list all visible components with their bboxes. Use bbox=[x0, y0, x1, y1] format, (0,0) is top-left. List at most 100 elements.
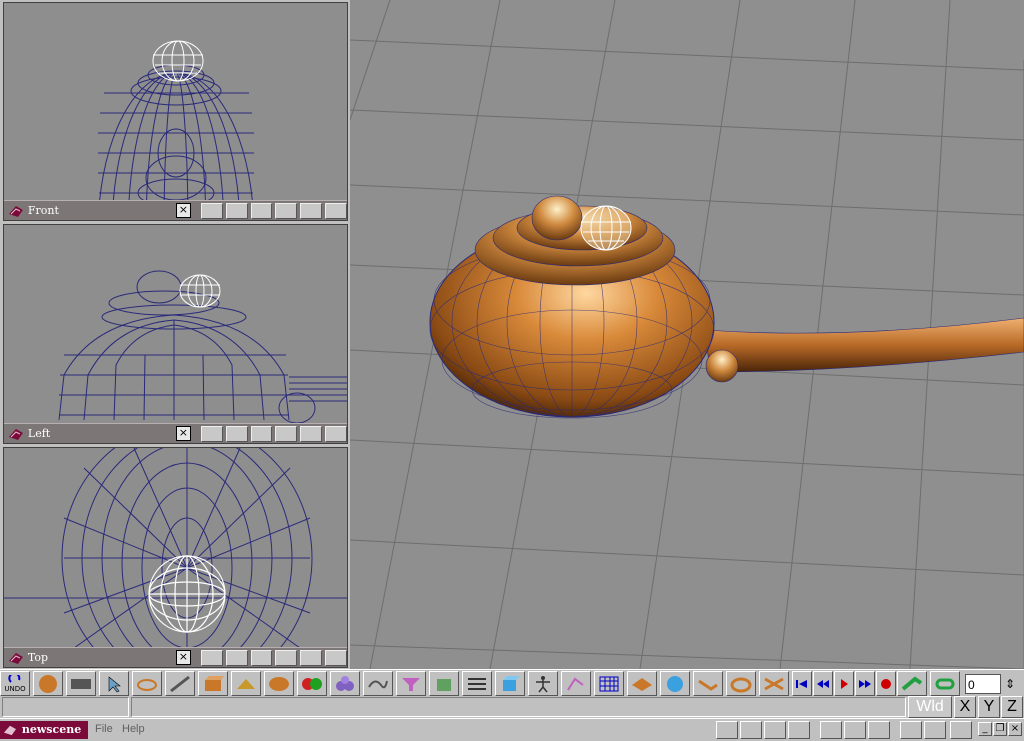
ellipsoid-tool[interactable] bbox=[264, 671, 294, 696]
top-viewport[interactable]: Top × bbox=[3, 447, 348, 668]
status-field-main bbox=[131, 697, 906, 717]
axes-view-icon[interactable] bbox=[325, 202, 347, 219]
text-3d-tool[interactable] bbox=[660, 671, 690, 696]
cube-face-tool[interactable] bbox=[429, 671, 459, 696]
logo-icon bbox=[8, 205, 23, 217]
axis-x-button[interactable]: X bbox=[954, 696, 976, 718]
play-button[interactable] bbox=[834, 671, 854, 696]
grid-tool[interactable] bbox=[594, 671, 624, 696]
axis-y-button[interactable]: Y bbox=[978, 696, 1000, 718]
close-button[interactable]: × bbox=[175, 426, 191, 441]
minimize-button[interactable]: _ bbox=[978, 722, 992, 736]
house-view-icon[interactable] bbox=[250, 425, 273, 442]
key-button[interactable] bbox=[897, 671, 927, 696]
perspective-viewport[interactable] bbox=[350, 0, 1024, 669]
cube-view-icon[interactable] bbox=[225, 202, 248, 219]
lathe-tool[interactable] bbox=[726, 671, 756, 696]
restore-button[interactable]: ❐ bbox=[993, 722, 1007, 736]
axes-view-icon[interactable] bbox=[325, 425, 347, 442]
shade-view-icon[interactable] bbox=[300, 425, 323, 442]
rotate-icon bbox=[137, 678, 157, 691]
taskbar-tool-7[interactable] bbox=[868, 721, 890, 739]
extrude-tool[interactable] bbox=[693, 671, 723, 696]
shade-view-icon[interactable] bbox=[300, 649, 323, 666]
ellipsoid-icon bbox=[269, 676, 289, 691]
sphere-icon bbox=[39, 674, 57, 693]
taskbar-tool-10[interactable] bbox=[950, 721, 972, 739]
figure-tool[interactable] bbox=[528, 671, 558, 696]
taskbar-tool-2[interactable] bbox=[740, 721, 762, 739]
rotate-tool[interactable] bbox=[132, 671, 162, 696]
edge-tool[interactable] bbox=[165, 671, 195, 696]
pyramid-tool[interactable] bbox=[231, 671, 261, 696]
close-icon: × bbox=[1010, 723, 1020, 734]
cube-tool[interactable] bbox=[495, 671, 525, 696]
axes-view-icon[interactable] bbox=[325, 649, 347, 666]
scene-name: newscene bbox=[21, 723, 82, 736]
move-view-icon[interactable] bbox=[200, 649, 223, 666]
taskbar-tool-5[interactable] bbox=[820, 721, 842, 739]
taskbar-tool-1[interactable] bbox=[716, 721, 738, 739]
undo-button[interactable]: UNDO bbox=[0, 671, 30, 696]
viewport-label: Top bbox=[27, 651, 49, 664]
zoom-view-icon[interactable] bbox=[275, 425, 298, 442]
taskbar-tool-4[interactable] bbox=[788, 721, 810, 739]
front-viewport[interactable]: Front × bbox=[3, 2, 348, 221]
move-view-icon[interactable] bbox=[200, 202, 223, 219]
blob-tool[interactable] bbox=[330, 671, 360, 696]
select-tool[interactable] bbox=[99, 671, 129, 696]
bones-tool[interactable] bbox=[561, 671, 591, 696]
left-viewport[interactable]: Left × bbox=[3, 224, 348, 444]
material-tool[interactable] bbox=[297, 671, 327, 696]
rewind-button[interactable] bbox=[813, 671, 833, 696]
list-icon bbox=[468, 677, 486, 690]
fast-forward-button[interactable] bbox=[855, 671, 875, 696]
frame-field[interactable]: 0 bbox=[965, 673, 1001, 694]
top-wireframe[interactable] bbox=[4, 448, 347, 648]
zoom-view-icon[interactable] bbox=[275, 649, 298, 666]
taskbar-tool-9[interactable] bbox=[924, 721, 946, 739]
front-viewport-bar: Front × bbox=[4, 200, 347, 220]
move-view-icon[interactable] bbox=[200, 425, 223, 442]
box-icon bbox=[205, 675, 224, 691]
fast-forward-icon bbox=[859, 679, 871, 688]
perspective-scene[interactable] bbox=[350, 0, 1024, 669]
left-wireframe[interactable] bbox=[4, 225, 347, 424]
key-icon bbox=[901, 676, 923, 691]
axis-z-button[interactable]: Z bbox=[1001, 696, 1023, 718]
list-tool[interactable] bbox=[462, 671, 492, 696]
deform-tool[interactable] bbox=[759, 671, 789, 696]
terrain-tool[interactable] bbox=[627, 671, 657, 696]
scene-title[interactable]: newscene bbox=[0, 721, 88, 739]
close-button[interactable]: × bbox=[175, 650, 191, 665]
ortho-panel: Front × Left × Top × bbox=[0, 0, 349, 669]
house-view-icon[interactable] bbox=[250, 649, 273, 666]
curve-tool[interactable] bbox=[363, 671, 393, 696]
restore-icon: ❐ bbox=[995, 723, 1005, 734]
taskbar-tool-6[interactable] bbox=[844, 721, 866, 739]
rewind-start-button[interactable] bbox=[792, 671, 812, 696]
zoom-view-icon[interactable] bbox=[275, 202, 298, 219]
sphere-tool[interactable] bbox=[33, 671, 63, 696]
loop-button[interactable] bbox=[930, 671, 960, 696]
close-window-button[interactable]: × bbox=[1008, 722, 1022, 736]
minimize-icon: _ bbox=[982, 723, 988, 734]
cube-view-icon[interactable] bbox=[225, 425, 248, 442]
box-tool[interactable] bbox=[198, 671, 228, 696]
funnel-tool[interactable] bbox=[396, 671, 426, 696]
front-wireframe[interactable] bbox=[4, 3, 347, 201]
deform-icon bbox=[764, 677, 784, 690]
taskbar-tool-8[interactable] bbox=[900, 721, 922, 739]
menu-help[interactable]: Help bbox=[122, 723, 145, 735]
viewport-label: Left bbox=[27, 427, 51, 440]
shade-view-icon[interactable] bbox=[300, 202, 323, 219]
world-mode-button[interactable]: Wld bbox=[908, 696, 952, 718]
house-view-icon[interactable] bbox=[250, 202, 273, 219]
record-button[interactable] bbox=[876, 671, 896, 696]
frame-spinner[interactable]: ⇕ bbox=[1003, 674, 1017, 694]
film-tool[interactable] bbox=[66, 671, 96, 696]
cube-view-icon[interactable] bbox=[225, 649, 248, 666]
taskbar-tool-3[interactable] bbox=[764, 721, 786, 739]
menu-file[interactable]: File bbox=[95, 723, 113, 735]
close-button[interactable]: × bbox=[175, 203, 191, 218]
